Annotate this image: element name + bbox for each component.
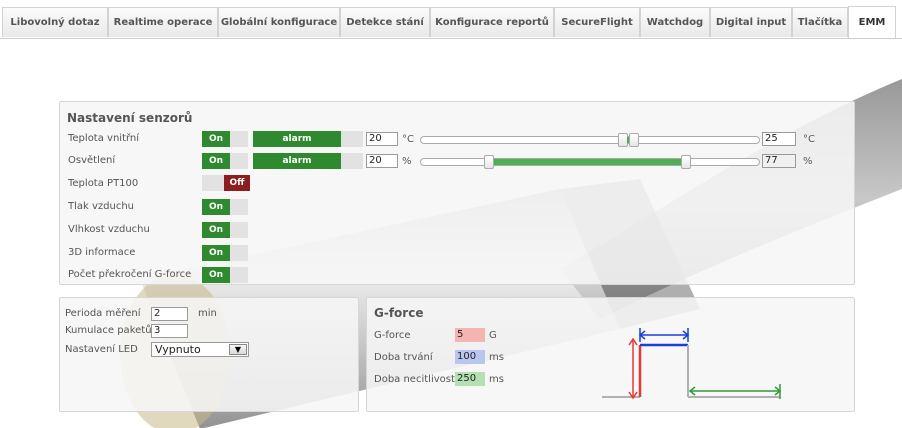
perioda-unit: min	[198, 308, 217, 319]
led-select-value: Vypnuto	[155, 343, 201, 356]
tab-realtime-operace[interactable]: Realtime operace	[108, 7, 218, 37]
sensor-label: Vlhkost vzduchu	[68, 224, 150, 235]
toggle-teplota-vnitrni[interactable]: On	[202, 131, 248, 147]
tab-globalni-konfigurace[interactable]: Globální konfigurace	[218, 7, 340, 37]
led-label: Nastavení LED	[65, 344, 138, 355]
light-high-handle[interactable]	[681, 155, 691, 169]
kumulace-label: Kumulace paketů	[65, 325, 152, 336]
temp-high-handle[interactable]	[629, 133, 639, 147]
tab-label: Detekce stání	[346, 17, 424, 28]
sensor-label: 3D informace	[68, 247, 136, 258]
duration-unit: ms	[489, 352, 504, 363]
light-min-unit: %	[402, 156, 412, 167]
toggle-track	[230, 267, 248, 283]
sensor-settings-panel	[59, 101, 855, 285]
toggle-vlhkost-vzduchu[interactable]: On	[202, 222, 248, 238]
sensor-settings-title: Nastavení senzorů	[67, 111, 193, 125]
temp-min-input[interactable]: 20	[366, 132, 398, 146]
toggle-state: On	[202, 131, 230, 147]
tab-label: EMM	[858, 17, 886, 28]
light-min-input[interactable]: 20	[366, 154, 398, 168]
light-max-input[interactable]: 77	[762, 154, 796, 168]
toggle-osvetleni[interactable]: On	[202, 153, 248, 169]
toggle-state: On	[202, 245, 230, 261]
temp-max-input[interactable]: 25	[762, 132, 796, 146]
tab-tlacitka[interactable]: Tlačítka	[792, 7, 848, 37]
tab-label: Realtime operace	[113, 17, 213, 28]
alarm-toggle-osvetleni[interactable]: alarm	[253, 153, 341, 169]
tab-emm[interactable]: EMM	[848, 6, 896, 38]
temp-max-unit: °C	[803, 134, 815, 145]
kumulace-input[interactable]: 3	[151, 324, 188, 338]
light-range-fill	[489, 159, 685, 165]
alarm-track	[341, 131, 363, 147]
sensor-label: Teplota PT100	[68, 178, 139, 189]
perioda-label: Perioda měření	[65, 308, 141, 319]
tab-label: Watchdog	[646, 17, 704, 28]
tab-label: SecureFlight	[561, 17, 633, 28]
toggle-track	[230, 131, 248, 147]
toggle-state: On	[202, 267, 230, 283]
led-select[interactable]: Vypnuto ▼	[151, 342, 249, 357]
insensitivity-value-input[interactable]: 250	[455, 372, 485, 386]
toggle-track	[230, 153, 248, 169]
alarm-track	[341, 153, 363, 169]
duration-value-input[interactable]: 100	[455, 350, 485, 364]
light-max-unit: %	[803, 156, 813, 167]
tab-label: Tlačítka	[797, 17, 843, 28]
toggle-teplota-pt100[interactable]: Off	[202, 175, 250, 191]
tab-label: Digital input	[715, 17, 787, 28]
light-low-handle[interactable]	[484, 155, 494, 169]
duration-label: Doba trvání	[374, 352, 433, 363]
tab-label: Konfigurace reportů	[435, 17, 549, 28]
gforce-unit: G	[489, 330, 497, 341]
toggle-track	[230, 245, 248, 261]
tab-libovolny-dotaz[interactable]: Libovolný dotaz	[2, 7, 108, 37]
toggle-3d-informace[interactable]: On	[202, 245, 248, 261]
gforce-label: G-force	[374, 330, 411, 341]
temp-min-unit: °C	[402, 134, 414, 145]
gforce-title: G-force	[374, 306, 424, 320]
tab-konfigurace-reportu[interactable]: Konfigurace reportů	[430, 7, 554, 37]
toggle-state: Off	[224, 175, 250, 191]
toggle-track	[230, 199, 248, 215]
toggle-tlak-vzduchu[interactable]: On	[202, 199, 248, 215]
perioda-input[interactable]: 2	[151, 307, 188, 321]
toggle-track	[202, 175, 224, 191]
sensor-label: Teplota vnitřní	[68, 133, 140, 144]
toggle-track	[230, 222, 248, 238]
toggle-pocet-prekroceni[interactable]: On	[202, 267, 248, 283]
gforce-timing-diagram	[602, 328, 782, 400]
sensor-label: Počet překročení G-force	[68, 269, 192, 280]
tab-bar: Libovolný dotaz Realtime operace Globáln…	[0, 0, 902, 38]
toggle-state: On	[202, 199, 230, 215]
tab-watchdog[interactable]: Watchdog	[640, 7, 710, 37]
insensitivity-unit: ms	[489, 374, 504, 385]
tab-detekce-stani[interactable]: Detekce stání	[340, 7, 430, 37]
sensor-label: Tlak vzduchu	[68, 201, 135, 212]
tab-label: Globální konfigurace	[220, 17, 338, 28]
tab-label: Libovolný dotaz	[10, 17, 100, 28]
light-range-slider[interactable]	[420, 155, 760, 169]
alarm-toggle-teplota[interactable]: alarm	[253, 131, 341, 147]
temp-range-slider[interactable]	[420, 133, 760, 147]
toggle-state: On	[202, 222, 230, 238]
tab-secureflight[interactable]: SecureFlight	[554, 7, 640, 37]
gforce-value-input[interactable]: 5	[455, 328, 485, 342]
insensitivity-label: Doba necitlivosti	[374, 374, 458, 385]
chevron-down-icon: ▼	[229, 344, 247, 355]
tab-digital-input[interactable]: Digital input	[710, 7, 792, 37]
toggle-state: On	[202, 153, 230, 169]
sensor-label: Osvětlení	[68, 155, 116, 166]
